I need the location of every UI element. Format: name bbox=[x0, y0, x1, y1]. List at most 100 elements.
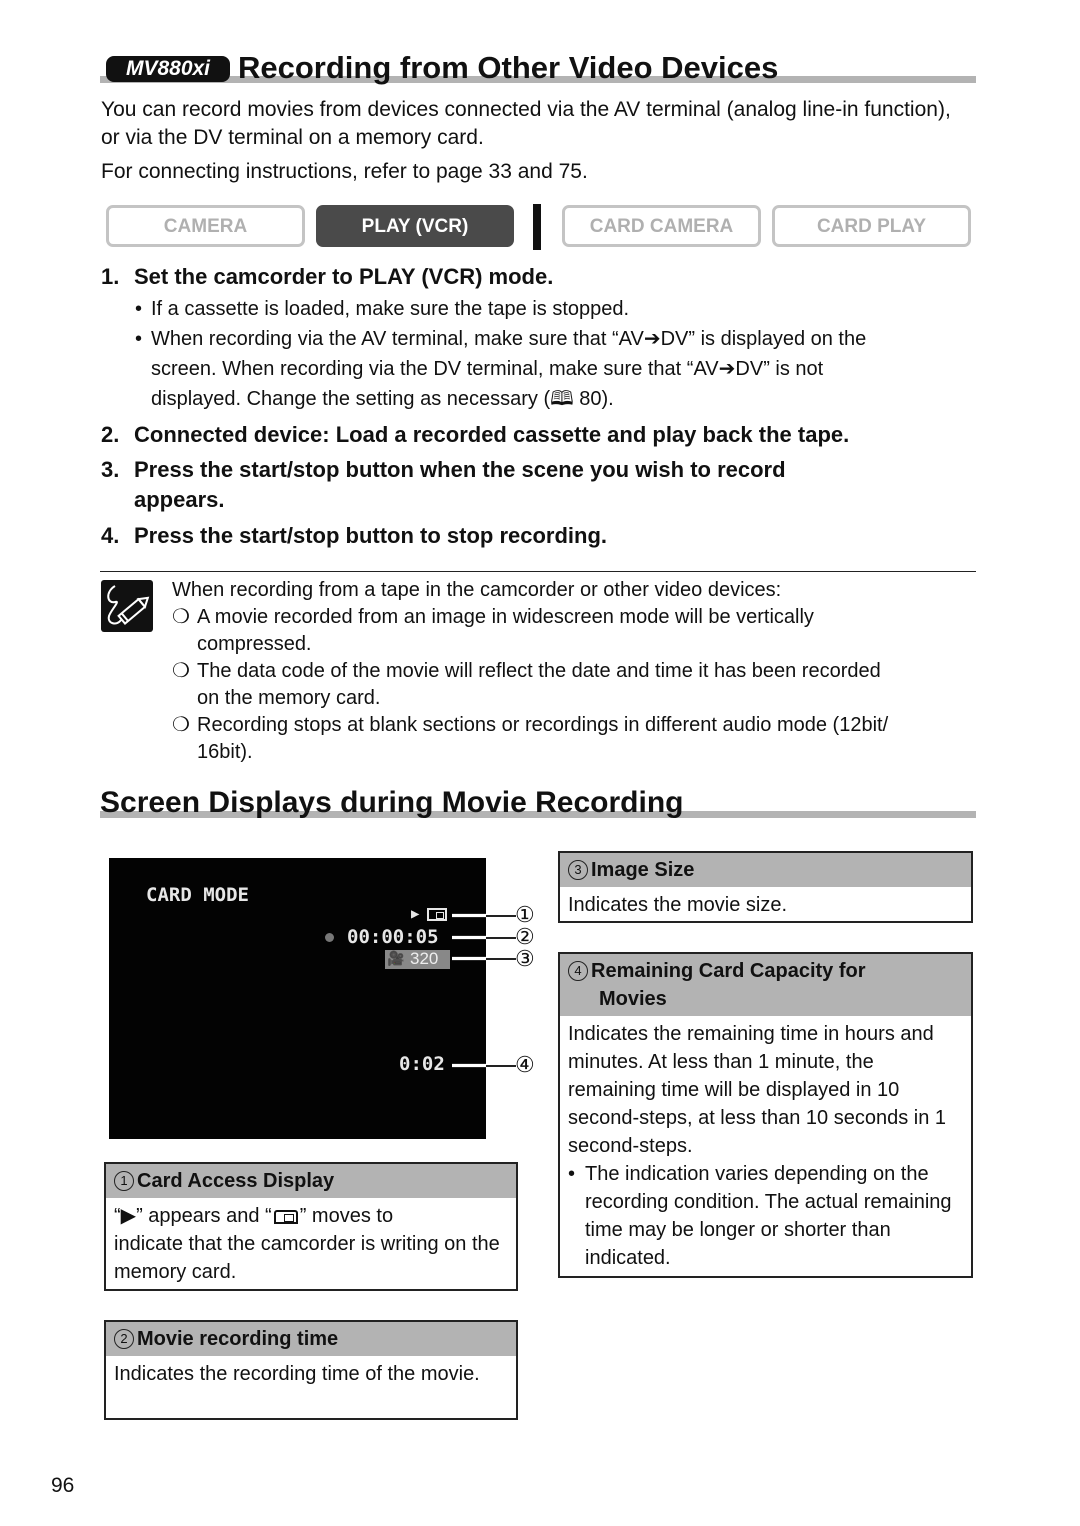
step-number: 1. bbox=[101, 264, 120, 289]
bullet-dot: • bbox=[135, 328, 143, 350]
hollow-bullet-icon: ❍ bbox=[172, 714, 190, 736]
pencil-note-icon bbox=[101, 580, 153, 632]
step-1: 1. Set the camcorder to PLAY (VCR) mode. bbox=[101, 262, 976, 292]
bullet-line: displayed. Change the setting as necessa… bbox=[151, 388, 614, 410]
step-number: 3. bbox=[101, 457, 120, 482]
bullet-text: The indication varies depending on the r… bbox=[585, 1163, 952, 1269]
mode-card-play: CARD PLAY bbox=[772, 205, 971, 247]
step-text: Press the start/stop button when the sce… bbox=[134, 457, 786, 482]
callout-line bbox=[452, 1063, 486, 1068]
box-body: Indicates the recording time of the movi… bbox=[114, 1363, 480, 1385]
play-icon: ▶ bbox=[411, 906, 420, 922]
callout-line bbox=[486, 958, 516, 960]
mode-divider bbox=[533, 204, 541, 250]
remaining-time-readout: 0:02 bbox=[399, 1053, 445, 1075]
callout-line bbox=[452, 956, 486, 961]
mode-camera: CAMERA bbox=[106, 205, 305, 247]
step-text: Press the start/stop button to stop reco… bbox=[134, 523, 608, 548]
body-text: indicate that the camcorder is writing o… bbox=[114, 1233, 500, 1283]
circled-number: 1 bbox=[114, 1171, 134, 1191]
image-size-indicator: 🎥 320 bbox=[385, 949, 450, 969]
callout-line bbox=[486, 1065, 516, 1067]
card-mode-label: CARD MODE bbox=[146, 884, 249, 906]
rec-time-readout: 00:00:05 bbox=[347, 926, 439, 948]
box-title: Movie recording time bbox=[137, 1328, 339, 1350]
box-title: Card Access Display bbox=[137, 1170, 335, 1192]
body-bullet: • The indication varies depending on the … bbox=[568, 1160, 963, 1272]
box-header: 2 Movie recording time bbox=[106, 1322, 516, 1356]
box-header: 1 Card Access Display bbox=[106, 1164, 516, 1198]
box-header: 4 Remaining Card Capacity for Movies bbox=[560, 954, 971, 1016]
box-title: Remaining Card Capacity for bbox=[591, 960, 866, 982]
callout-4: ④ bbox=[515, 1052, 535, 1077]
note-divider bbox=[100, 571, 976, 572]
screen-display-image: CARD MODE ▶ 00:00:05 🎥 320 0:02 bbox=[109, 858, 486, 1139]
bullet-line: When recording via the AV terminal, make… bbox=[151, 328, 867, 350]
callout-line bbox=[452, 913, 486, 918]
note-item: ❍ The data code of the movie will reflect… bbox=[172, 658, 972, 712]
page-number: 96 bbox=[51, 1474, 75, 1497]
body-text: Indicates the remaining time in hours an… bbox=[568, 1023, 947, 1157]
bullet-line: screen. When recording via the DV termin… bbox=[151, 358, 824, 380]
box-body: Indicates the movie size. bbox=[568, 894, 787, 916]
movie-camera-icon: 🎥 bbox=[387, 950, 405, 966]
connect-reference: For connecting instructions, refer to pa… bbox=[101, 160, 588, 183]
mode-play-vcr: PLAY (VCR) bbox=[316, 205, 514, 247]
note-text: A movie recorded from an image in widesc… bbox=[197, 606, 814, 628]
hollow-bullet-icon: ❍ bbox=[172, 660, 190, 682]
step1-bullet-2: • When recording via the AV terminal, ma… bbox=[135, 324, 975, 414]
note-text: 16bit). bbox=[197, 741, 253, 763]
info-box-rec-time: 2 Movie recording time Indicates the reco… bbox=[104, 1320, 518, 1420]
hollow-bullet-icon: ❍ bbox=[172, 606, 190, 628]
bullet-dot: • bbox=[135, 298, 143, 320]
step-text: Set the camcorder to PLAY (VCR) mode. bbox=[134, 264, 554, 289]
note-text: The data code of the movie will reflect … bbox=[197, 660, 881, 682]
step-number: 2. bbox=[101, 422, 120, 447]
box-body: “▶” appears and “ ” moves to indicate tha… bbox=[106, 1198, 516, 1290]
box-title-cont: Movies bbox=[599, 988, 667, 1010]
section-heading-recording: MV880xi Recording from Other Video Devic… bbox=[100, 48, 976, 88]
box-title: Image Size bbox=[591, 859, 695, 881]
note-text: compressed. bbox=[197, 633, 312, 655]
note-item: ❍ Recording stops at blank sections or re… bbox=[172, 712, 972, 766]
step1-bullet-1: • If a cassette is loaded, make sure the… bbox=[135, 294, 975, 324]
image-size-value: 320 bbox=[410, 949, 439, 968]
model-badge: MV880xi bbox=[106, 56, 230, 82]
bullet-dot: • bbox=[568, 1163, 576, 1185]
section-title: Recording from Other Video Devices bbox=[238, 50, 779, 85]
step-number: 4. bbox=[101, 523, 120, 548]
callout-3: ③ bbox=[515, 946, 535, 971]
info-box-card-access: 1 Card Access Display “▶” appears and “ ” … bbox=[104, 1162, 518, 1291]
note-text: on the memory card. bbox=[197, 687, 381, 709]
card-icon bbox=[273, 1210, 298, 1224]
quote: “ bbox=[114, 1205, 121, 1227]
step-text-cont: appears. bbox=[134, 487, 225, 512]
circled-number: 3 bbox=[568, 860, 588, 880]
note-text: Recording stops at blank sections or rec… bbox=[197, 714, 889, 736]
callout-line bbox=[452, 935, 486, 940]
info-box-image-size: 3 Image Size Indicates the movie size. bbox=[558, 851, 973, 923]
intro-paragraph: You can record movies from devices conne… bbox=[101, 98, 951, 149]
mode-card-camera: CARD CAMERA bbox=[562, 205, 761, 247]
section-title: Screen Displays during Movie Recording bbox=[100, 786, 684, 819]
bullet-text: If a cassette is loaded, make sure the t… bbox=[151, 298, 630, 320]
callout-line bbox=[486, 937, 516, 939]
box-header: 3 Image Size bbox=[560, 853, 971, 887]
note-lead: When recording from a tape in the camcor… bbox=[172, 579, 782, 601]
play-icon: ▶ bbox=[120, 1205, 137, 1227]
info-box-remaining: 4 Remaining Card Capacity for Movies Indic… bbox=[558, 952, 973, 1278]
step-2: 2. Connected device: Load a recorded cass… bbox=[101, 420, 976, 450]
circled-number: 4 bbox=[568, 961, 588, 981]
rec-dot-icon bbox=[325, 933, 334, 942]
callout-line bbox=[486, 915, 516, 917]
box-body: Indicates the remaining time in hours an… bbox=[560, 1016, 971, 1276]
body-text: ” appears and “ bbox=[136, 1205, 272, 1227]
section-heading-screen-displays: Screen Displays during Movie Recording bbox=[100, 785, 976, 821]
step-4: 4. Press the start/stop button to stop re… bbox=[101, 521, 976, 551]
note-item: ❍ A movie recorded from an image in wides… bbox=[172, 604, 972, 658]
step-text: Connected device: Load a recorded casset… bbox=[134, 422, 850, 447]
circled-number: 2 bbox=[114, 1329, 134, 1349]
body-text: ” moves to bbox=[299, 1205, 394, 1227]
step-3: 3. Press the start/stop button when the s… bbox=[101, 455, 976, 515]
card-icon bbox=[427, 908, 447, 921]
